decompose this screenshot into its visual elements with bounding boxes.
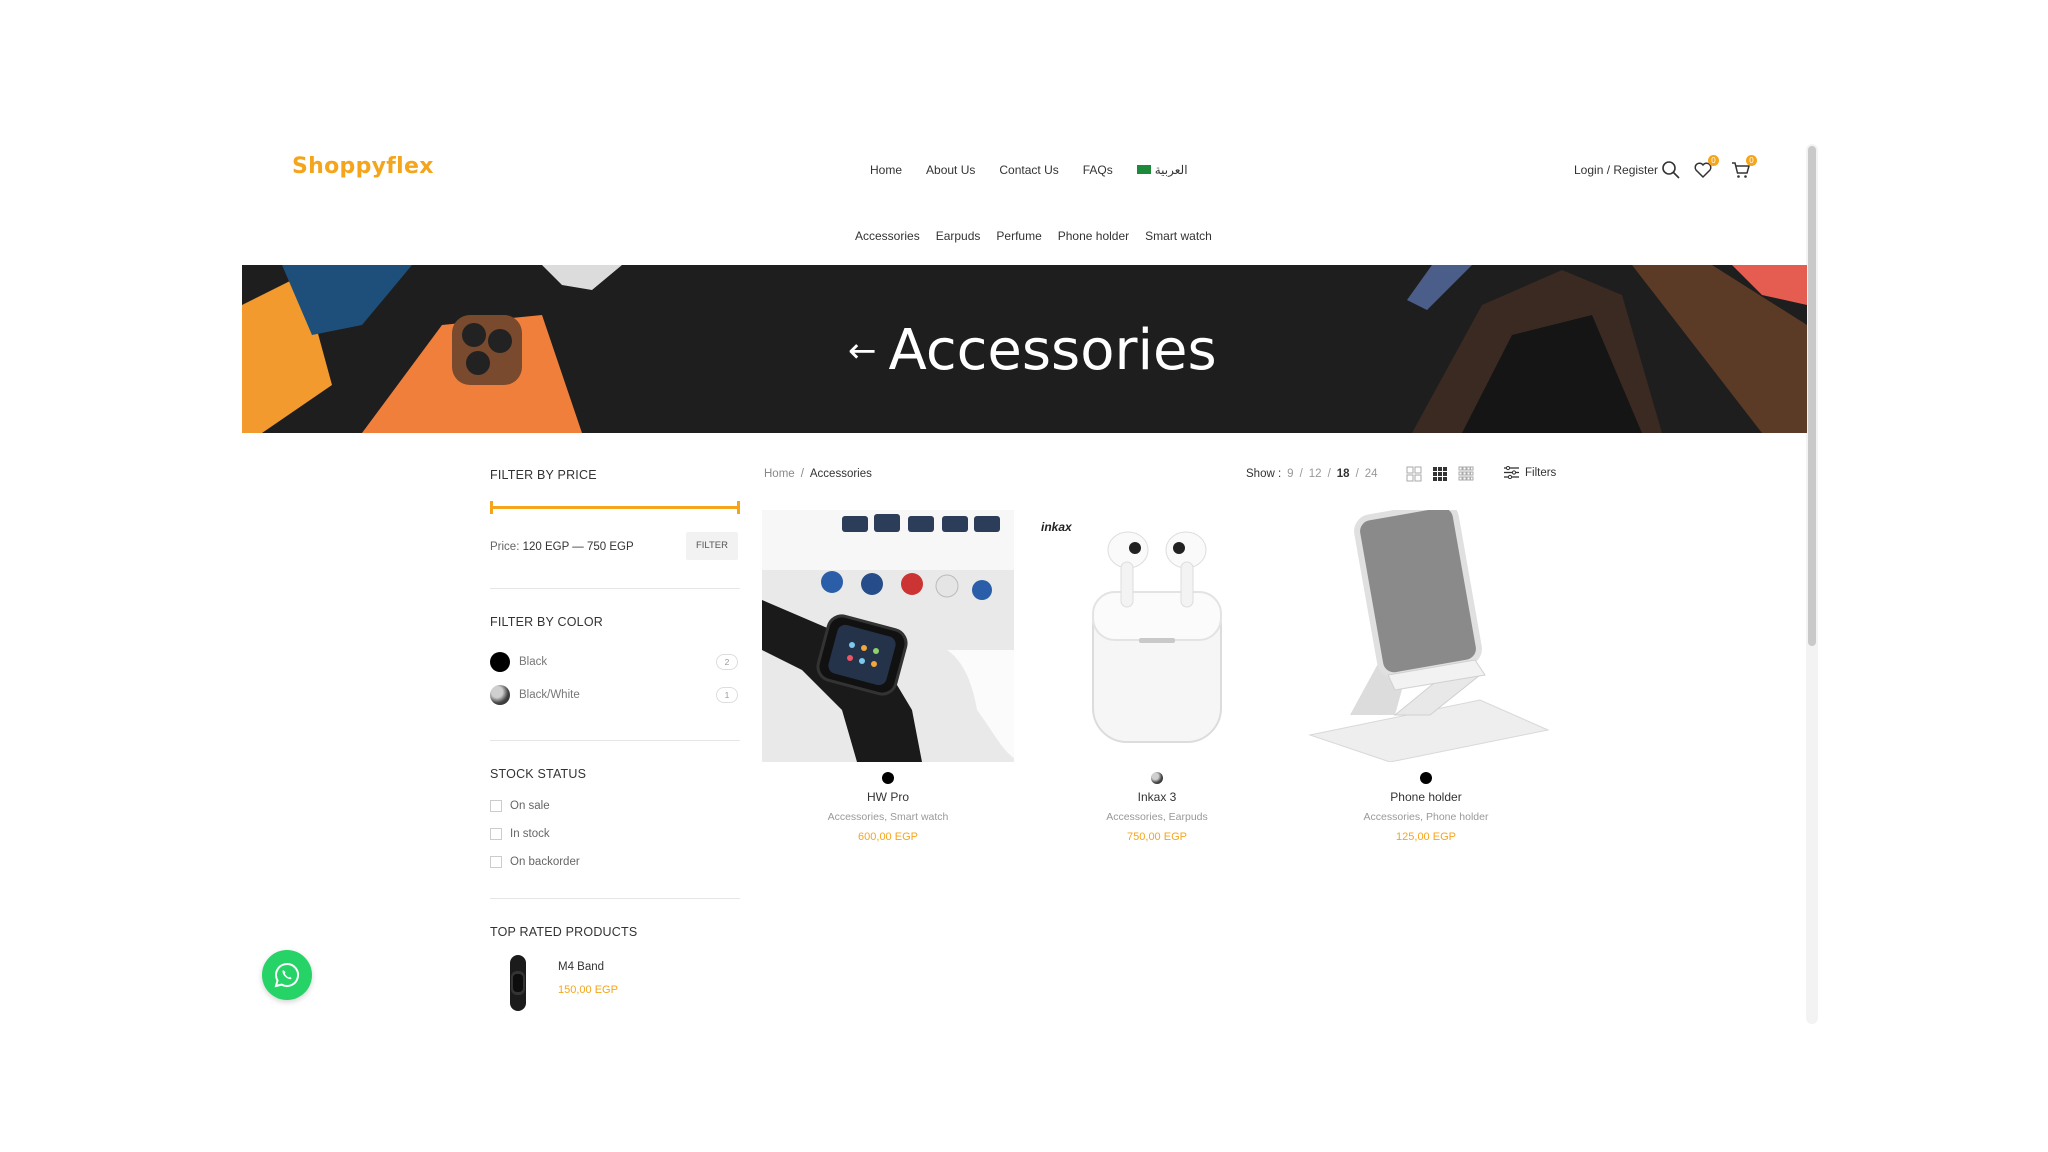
color-count: 1 [716,687,738,703]
page-title-text: Accessories [888,318,1217,383]
filter-by-price-title: FILTER BY PRICE [490,468,597,482]
phone-holder-photo [1308,510,1550,762]
black-swatch [490,652,510,672]
product-categories[interactable]: Accessories, Smart watch [762,811,1014,823]
language-switcher[interactable]: العربية [1136,163,1188,177]
category-smart-watch[interactable]: Smart watch [1145,229,1212,243]
login-register-link[interactable]: Login / Register [1574,163,1658,177]
wishlist-count-badge: 0 [1708,155,1719,166]
breadcrumb-home[interactable]: Home [764,468,795,480]
category-earpuds[interactable]: Earpuds [936,229,981,243]
color-count: 2 [716,654,738,670]
product-image-phone-holder[interactable] [1300,510,1552,762]
stock-filter-on-sale[interactable]: On sale [490,800,550,812]
nav-faqs[interactable]: FAQs [1083,163,1113,177]
show-option-9[interactable]: 9 [1287,468,1293,480]
category-navigation: Accessories Earpuds Perfume Phone holder… [855,229,1212,243]
product-price: 600,00 EGP [858,831,918,843]
product-image-inkax-3[interactable]: inkax [1031,510,1283,762]
product-price: 125,00 EGP [1396,831,1456,843]
show-option-18[interactable]: 18 [1337,468,1350,480]
category-perfume[interactable]: Perfume [996,229,1041,243]
wishlist-button[interactable]: 0 [1692,155,1719,181]
product-categories[interactable]: Accessories, Earpuds [1031,811,1283,823]
back-arrow-icon[interactable]: ← [848,331,877,371]
price-slider-min-handle[interactable] [490,501,493,514]
checkbox[interactable] [490,856,502,868]
page-title: ← Accessories [848,318,1217,383]
fitness-band-image [510,955,526,1011]
top-rated-products-title: TOP RATED PRODUCTS [490,925,638,939]
sidebar-divider [490,898,740,899]
price-range-text: Price: 120 EGP — 750 EGP [490,541,634,553]
page-scrollbar-thumb[interactable] [1808,146,1816,646]
product-price: 750,00 EGP [1127,831,1187,843]
sidebar-divider [490,740,740,741]
price-label: Price: [490,541,520,553]
color-filter-black-white[interactable]: Black/White 1 [490,685,738,705]
price-slider-track[interactable] [490,506,740,509]
color-name: Black [519,656,548,668]
show-option-24[interactable]: 24 [1365,468,1378,480]
cart-button[interactable]: 0 [1730,155,1757,181]
breadcrumb-current: Accessories [809,468,872,480]
earbuds-photo [1092,531,1222,743]
top-rated-product-thumbnail[interactable] [500,955,536,1011]
product-name[interactable]: Phone holder [1300,790,1552,804]
products-per-page: Show : 9 / 12 / 18 / 24 [1246,468,1378,480]
site-logo[interactable]: Shoppyflex [292,154,434,179]
stock-label: On sale [510,800,550,812]
language-label: العربية [1154,163,1188,177]
product-categories[interactable]: Accessories, Phone holder [1300,811,1552,823]
top-rated-product-price: 150,00 EGP [558,984,618,996]
product-color-swatch[interactable] [1420,772,1432,784]
filters-toggle[interactable]: Filters [1504,466,1556,479]
stock-status-title: STOCK STATUS [490,767,587,781]
filters-label: Filters [1525,466,1557,479]
nav-contact-us[interactable]: Contact Us [999,163,1058,177]
stock-filter-in-stock[interactable]: In stock [490,828,550,840]
price-filter-button[interactable]: FILTER [686,532,738,560]
whatsapp-chat-button[interactable] [262,950,312,1000]
black-white-swatch [490,685,510,705]
product-image-hw-pro[interactable] [762,510,1014,762]
show-option-12[interactable]: 12 [1309,468,1322,480]
checkbox[interactable] [490,828,502,840]
show-label: Show : [1246,468,1282,480]
product-name[interactable]: Inkax 3 [1031,790,1283,804]
sidebar-divider [490,588,740,589]
grid-2-columns-icon[interactable] [1406,466,1422,482]
stock-filter-on-backorder[interactable]: On backorder [490,856,580,868]
color-name: Black/White [519,689,580,701]
product-color-swatch[interactable] [882,772,894,784]
price-range-value: 120 EGP — 750 EGP [522,541,634,553]
whatsapp-icon [274,962,299,988]
smartwatch-photo [762,510,1014,762]
stock-label: In stock [510,828,550,840]
breadcrumb: Home / Accessories [764,468,872,480]
filters-icon [1504,466,1519,479]
category-phone-holder[interactable]: Phone holder [1058,229,1129,243]
product-color-swatch[interactable] [1151,772,1163,784]
cart-count-badge: 0 [1746,155,1757,166]
color-filter-black[interactable]: Black 2 [490,652,738,672]
checkbox[interactable] [490,800,502,812]
saudi-flag-icon [1136,164,1151,174]
search-icon[interactable] [1660,159,1682,181]
breadcrumb-separator: / [800,468,804,480]
inkax-brand-logo: inkax [1041,520,1072,534]
product-name[interactable]: HW Pro [762,790,1014,804]
main-navigation: Home About Us Contact Us FAQs العربية [870,163,1188,177]
grid-4-columns-icon[interactable] [1458,466,1474,482]
nav-about-us[interactable]: About Us [926,163,975,177]
filter-by-color-title: FILTER BY COLOR [490,615,603,629]
top-rated-product-name[interactable]: M4 Band [558,961,604,973]
price-slider-max-handle[interactable] [737,501,740,514]
stock-label: On backorder [510,856,580,868]
category-accessories[interactable]: Accessories [855,229,920,243]
grid-3-columns-icon[interactable] [1432,466,1448,482]
nav-home[interactable]: Home [870,163,902,177]
